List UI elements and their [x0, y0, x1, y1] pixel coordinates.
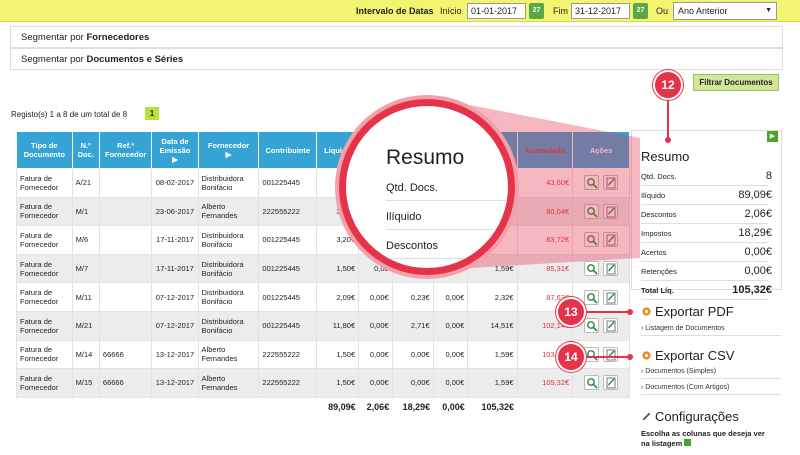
- callout-dot: [627, 354, 633, 360]
- magnifier-row: Ilíquido: [386, 211, 506, 230]
- callout-badge-14: 14: [556, 342, 586, 372]
- callout-badge-13: 13: [556, 297, 586, 327]
- magnifier-row: Qtd. Docs.: [386, 182, 506, 201]
- summary-magnifier: Resumo Qtd. Docs. Ilíquido Descontos: [339, 99, 515, 275]
- callout-dot: [627, 309, 633, 315]
- magnifier-title: Resumo: [386, 146, 465, 169]
- magnifier-row: Descontos: [386, 240, 506, 259]
- callout-badge-12: 12: [653, 70, 683, 100]
- callout-dot: [665, 137, 671, 143]
